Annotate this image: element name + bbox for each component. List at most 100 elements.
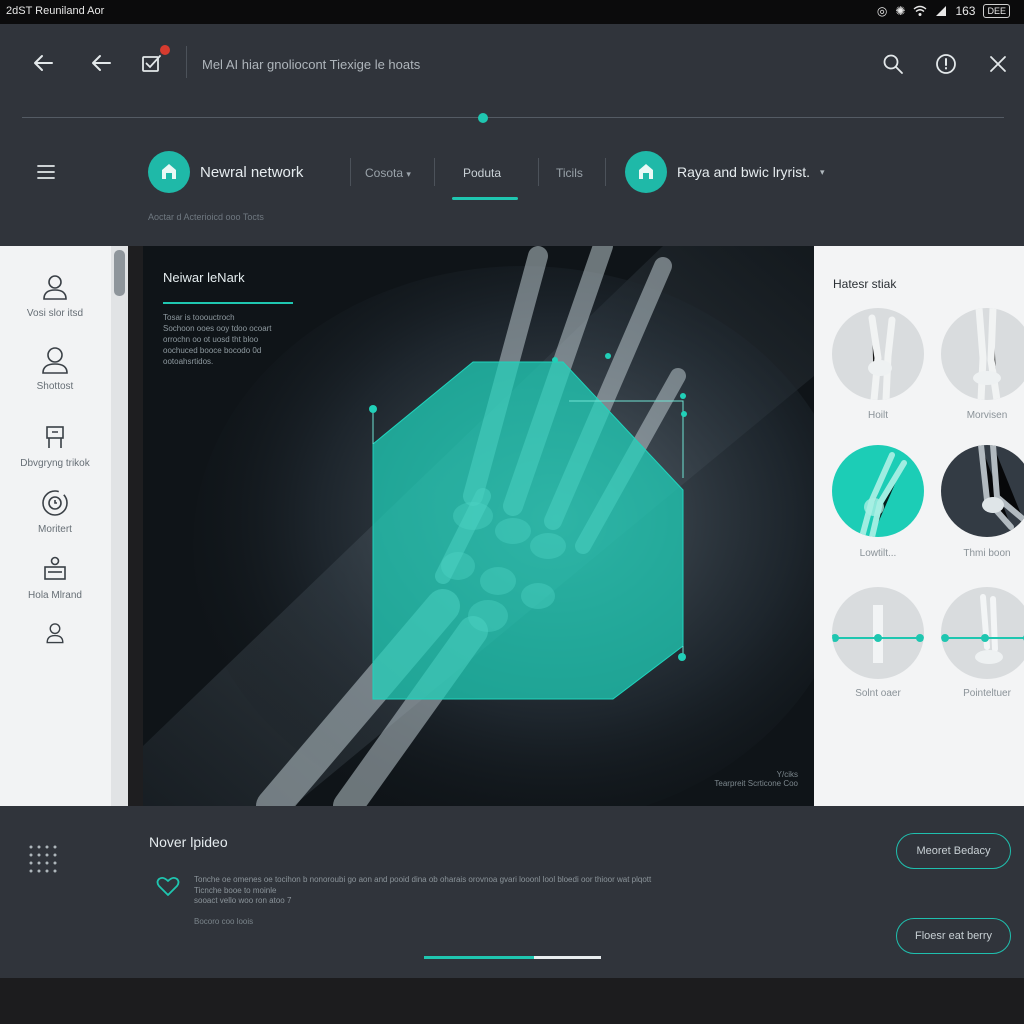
desc-line: Ticnche booe to moinle <box>194 885 277 895</box>
sidebar-item-label: Dbvgryng trikok <box>20 458 90 469</box>
sidebar-item-monitor[interactable]: Moritert <box>0 488 110 535</box>
slider-thumbnail <box>941 587 1024 679</box>
bottom-description: Tonche oe omenes oe tocihon b nonoroubi … <box>194 875 714 907</box>
note-line: orrochn oo ot uosd tht bloo <box>163 335 259 344</box>
sidebar-item-label: Hola Mlrand <box>28 590 82 601</box>
xray-thumbnail <box>941 445 1024 537</box>
bottom-meta: Bocoro coo loois <box>194 917 254 926</box>
desc-line: sooact vello woo ron atoo 7 <box>194 896 292 905</box>
checkbox-icon <box>142 55 161 72</box>
viewer-notes: Tosar is tooouctroch Sochoon ooes ooy td… <box>163 312 272 367</box>
info-button[interactable] <box>930 48 962 80</box>
tab-label: Cosota <box>365 166 404 180</box>
info-circle-icon <box>936 54 956 74</box>
person-icon <box>42 347 68 374</box>
sidebar-item-holder[interactable]: Hola Mlrand <box>0 554 110 601</box>
divider <box>538 158 539 186</box>
tab-tools[interactable]: Ticils <box>556 166 583 180</box>
note-line: oochuced booce bocodo 0d <box>163 346 262 355</box>
scrollbar-thumb[interactable] <box>114 250 125 296</box>
chevron-down-icon: ▾ <box>406 169 411 179</box>
clock-icon <box>42 490 68 516</box>
heading-underline <box>163 302 293 304</box>
thumb-card-selected[interactable] <box>832 445 924 537</box>
network-icon <box>625 151 667 193</box>
grid-dots-icon <box>29 845 57 873</box>
device-icon <box>46 426 64 448</box>
secondary-pill-button[interactable]: Floesr eat berry <box>896 918 1011 954</box>
chip-neural-network[interactable]: Newral network <box>148 151 303 193</box>
chip-label: Newral network <box>200 163 304 181</box>
menu-button[interactable] <box>30 156 62 188</box>
xray-thumbnail <box>941 308 1024 400</box>
network-icon <box>148 151 190 193</box>
tab-products[interactable]: Poduta <box>463 166 501 180</box>
sidebar-item-shortcut[interactable]: Shottost <box>0 345 110 392</box>
status-left-text: 2dST Reuniland Aor <box>6 5 105 17</box>
sidebar-item-tracking[interactable]: Dbvgryng trikok <box>0 422 110 469</box>
search-button[interactable] <box>877 48 909 80</box>
viewer-heading: Neiwar leNark <box>163 270 245 285</box>
corner-top: Y/ciks <box>776 770 798 779</box>
subcaption: Aoctar d Acterioicd ooo Tocts <box>148 212 264 222</box>
favorite-button[interactable] <box>156 875 180 902</box>
progress-handle[interactable] <box>478 113 488 123</box>
sidebar-item-label: Vosi slor itsd <box>26 308 84 319</box>
battery-icon: DEE <box>983 4 1010 18</box>
xray-thumbnail <box>832 445 924 537</box>
page-progress-fill <box>424 956 534 959</box>
thumb-label: Hoilt <box>867 410 888 421</box>
profile-card-icon <box>44 556 66 580</box>
user-icon <box>43 275 67 300</box>
sidebar-item-account[interactable] <box>0 620 110 646</box>
xray-viewer[interactable]: Neiwar leNark Tosar is tooouctroch Socho… <box>143 246 814 806</box>
forward-back-button[interactable] <box>86 47 118 79</box>
note-line: ootoahsrtidos. <box>163 357 214 366</box>
thumb-card[interactable] <box>832 587 924 679</box>
chip-layer-analysis[interactable]: Raya and bwic lryrist. ▾ <box>625 151 825 193</box>
brightness-icon: ✺ <box>895 4 906 18</box>
slider-thumbnail <box>832 587 924 679</box>
corner-bottom: Tearpreit Scrticone Coo <box>714 779 798 788</box>
chip-label: Raya and bwic lryrist. <box>677 164 811 180</box>
thumb-label: Morvisen <box>966 410 1008 421</box>
thumb-label: Solnt oaer <box>855 688 901 699</box>
right-panel: Hatesr stiak Hoilt Morvisen Lowtilt... T… <box>814 246 1024 806</box>
thumb-label: Pointeltuer <box>963 688 1011 699</box>
search-icon <box>883 54 903 74</box>
back-button[interactable] <box>28 47 60 79</box>
active-tab-indicator <box>452 197 518 200</box>
divider <box>434 158 435 186</box>
thumb-card[interactable] <box>832 308 924 400</box>
thumb-label: Thmi boon <box>963 548 1011 559</box>
sidebar-item-label: Moritert <box>38 524 72 535</box>
primary-pill-button[interactable]: Meoret Bedacy <box>896 833 1011 869</box>
wifi-icon <box>914 5 927 16</box>
viewer-corner-label: Y/ciks Tearpreit Scrticone Coo <box>714 770 798 788</box>
tab-category[interactable]: Cosota ▾ <box>365 166 411 180</box>
sidebar-scrollbar[interactable] <box>111 246 128 806</box>
signal-icon <box>936 6 947 16</box>
user-small-icon <box>46 623 64 644</box>
status-icons: ◎ ✺ 163 DEE <box>877 4 1010 18</box>
hamburger-icon <box>37 165 55 179</box>
notification-badge <box>160 45 170 55</box>
page-progress-remaining <box>534 956 601 959</box>
desc-line: Tonche oe omenes oe tocihon b nonoroubi … <box>194 875 652 884</box>
sidebar-item-label: Shottost <box>36 381 74 392</box>
close-icon <box>990 56 1006 72</box>
clock-text: 163 <box>955 4 976 18</box>
divider <box>186 46 187 78</box>
panel-title: Hatesr stiak <box>833 277 897 291</box>
divider <box>350 158 351 186</box>
close-button[interactable] <box>982 48 1014 80</box>
progress-track[interactable] <box>22 117 1004 118</box>
divider <box>605 158 606 186</box>
note-line: Sochoon ooes ooy tdoo ocoart <box>163 324 272 333</box>
thumb-card[interactable] <box>941 587 1024 679</box>
chevron-down-icon: ▾ <box>820 166 825 177</box>
apps-grid-button[interactable] <box>28 844 60 881</box>
sidebar-item-visitors[interactable]: Vosi slor itsd <box>0 272 110 319</box>
thumb-card[interactable] <box>941 308 1024 400</box>
thumb-card[interactable] <box>941 445 1024 537</box>
